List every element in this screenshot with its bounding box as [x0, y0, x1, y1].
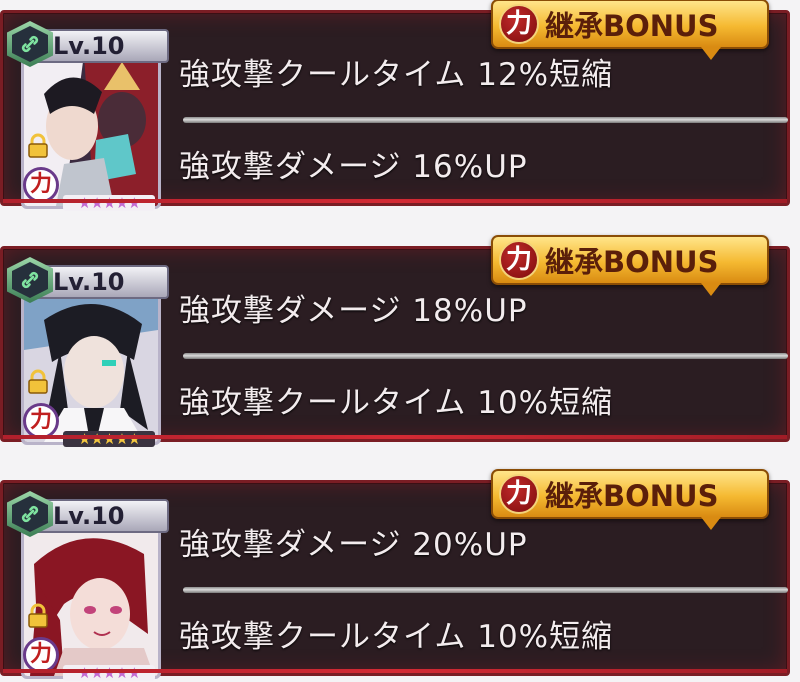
level-text: Lv.10 — [53, 502, 125, 530]
level-text: Lv.10 — [53, 268, 125, 296]
star-icon: ★ — [115, 663, 128, 682]
inheritance-card-2[interactable]: Lv.10 力 ★ ★ ★ ★ ★ 強攻撃ダメージ 18%UP 強攻撃クールタイム 10… — [0, 235, 790, 447]
inheritance-card-3[interactable]: Lv.10 力 ★ ★ ★ ★ ★ 強攻撃ダメージ 20%UP 強攻撃クールタイム 10… — [0, 469, 790, 681]
chikara-badge-icon: 力 — [23, 403, 59, 439]
divider — [183, 587, 788, 593]
divider — [183, 117, 788, 123]
star-icon: ★ — [90, 429, 103, 448]
star-icon: ★ — [115, 429, 128, 448]
character-avatar[interactable]: Lv.10 力 ★ ★ ★ ★ ★ — [7, 491, 169, 681]
star-rating: ★ ★ ★ ★ ★ — [63, 431, 155, 447]
star-icon: ★ — [77, 193, 91, 212]
star-icon: ★ — [77, 663, 91, 682]
star-rating: ★ ★ ★ ★ ★ — [63, 195, 155, 211]
padlock-icon — [28, 133, 48, 158]
stat-line-1: 強攻撃ダメージ 20%UP — [179, 527, 528, 563]
inheritance-card-1[interactable]: Lv.10 力 ★ ★ ★ ★ ★ 強攻撃クールタイム 12%短縮 強攻撃ダメージ 16… — [0, 0, 790, 211]
star-icon: ★ — [115, 193, 128, 212]
star-icon: ★ — [127, 193, 141, 212]
stat-line-2: 強攻撃ダメージ 16%UP — [179, 149, 528, 185]
padlock-icon — [28, 369, 48, 394]
chikara-badge-icon: 力 — [499, 240, 539, 280]
character-avatar[interactable]: Lv.10 力 ★ ★ ★ ★ ★ — [7, 257, 169, 447]
star-icon: ★ — [127, 429, 141, 448]
bonus-label: 継承BONUS — [545, 479, 719, 513]
power-glyph: 力 — [505, 479, 532, 509]
chikara-badge-icon: 力 — [23, 167, 59, 203]
power-glyph: 力 — [29, 408, 52, 433]
star-icon: ★ — [102, 193, 116, 212]
star-icon: ★ — [102, 663, 116, 682]
divider — [183, 353, 788, 359]
star-icon: ★ — [90, 193, 103, 212]
inheritance-bonus-badge: 力 継承BONUS — [491, 235, 769, 296]
star-icon: ★ — [77, 429, 91, 448]
bonus-label: 継承BONUS — [545, 9, 719, 43]
bonus-label: 継承BONUS — [545, 245, 719, 279]
star-icon: ★ — [102, 429, 116, 448]
power-glyph: 力 — [505, 245, 532, 275]
star-icon: ★ — [127, 663, 141, 682]
level-text: Lv.10 — [53, 32, 125, 60]
power-glyph: 力 — [29, 642, 52, 667]
chikara-badge-icon: 力 — [499, 474, 539, 514]
character-avatar[interactable]: Lv.10 力 ★ ★ ★ ★ ★ — [7, 21, 169, 211]
stat-line-1: 強攻撃ダメージ 18%UP — [179, 293, 528, 329]
chikara-badge-icon: 力 — [499, 4, 539, 44]
star-rating: ★ ★ ★ ★ ★ — [63, 665, 155, 681]
stat-line-2: 強攻撃クールタイム 10%短縮 — [179, 385, 614, 421]
power-glyph: 力 — [29, 172, 52, 197]
power-glyph: 力 — [505, 9, 532, 39]
chikara-badge-icon: 力 — [23, 637, 59, 673]
inheritance-bonus-badge: 力 継承BONUS — [491, 469, 769, 530]
stat-line-1: 強攻撃クールタイム 12%短縮 — [179, 57, 614, 93]
inheritance-bonus-badge: 力 継承BONUS — [491, 0, 769, 60]
stat-line-2: 強攻撃クールタイム 10%短縮 — [179, 619, 614, 655]
padlock-icon — [28, 603, 48, 628]
star-icon: ★ — [90, 663, 103, 682]
